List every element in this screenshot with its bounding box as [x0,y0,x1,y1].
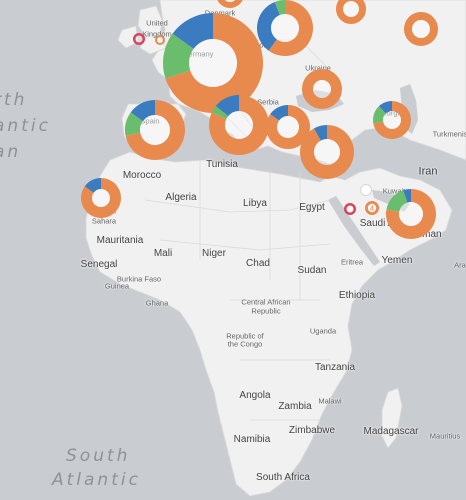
russia-cluster[interactable] [403,11,439,47]
country-label: Madagascar [363,426,419,437]
cluster-hole [412,20,430,38]
country-label: Ethiopia [338,290,376,301]
sinai-cluster[interactable] [343,202,357,216]
country-label: the Congo [227,339,263,349]
canary-cluster[interactable] [80,177,122,219]
country-label: Zimbabwe [288,425,336,436]
denmark-cluster[interactable] [215,0,245,9]
poland-cluster[interactable] [256,0,314,57]
spain-cluster[interactable] [124,99,186,161]
country-label: Malawi [318,396,342,406]
country-label: Senegal [80,259,118,270]
map-canvas[interactable]: rth antic an South Atlantic UnitedKingdo… [0,0,466,500]
country-label: Sudan [297,265,327,276]
cluster-hole [313,80,331,98]
country-label: Egypt [299,202,325,213]
cluster-hole [277,116,299,138]
cluster-count: 4 [370,206,374,213]
country-label: Chad [246,258,270,269]
country-label: Algeria [165,192,197,203]
country-label: South Africa [256,472,310,483]
country-label: Tunisia [206,159,238,170]
country-label: Republic [251,306,281,316]
cluster-hole [346,205,354,213]
country-label: Iran [418,165,438,178]
cluster-hole [343,1,359,17]
country-label: Turkmenis [432,129,466,139]
cluster-hole [225,111,253,139]
cluster-hole [314,139,340,165]
cluster-hole [399,202,423,226]
country-label: Central African [241,297,291,307]
country-label: Niger [202,248,226,259]
country-label: Uganda [309,326,337,336]
country-label: Tanzania [314,362,356,373]
saudi-cluster[interactable]: 4 [364,200,380,216]
country-label: Zambia [278,401,312,412]
country-label: Ghana [145,298,169,308]
cluster-hole [135,35,143,43]
iran-cluster[interactable] [385,188,437,240]
country-label: Mauritius [429,431,461,441]
baltic-cluster[interactable] [335,0,367,25]
cluster-hole [383,111,401,129]
country-label: Yemen [381,255,413,266]
turkey-cluster[interactable] [299,124,355,180]
country-label: Mauritania [96,235,144,246]
ocean-label: an [0,142,22,162]
country-label: Libya [243,198,267,209]
cluster-hole [189,39,237,87]
ocean-label: Atlantic [52,470,141,490]
country-label: Guinea [104,281,130,291]
cluster-hole [140,115,170,145]
country-label: Angola [239,390,271,401]
cluster-hole [271,14,299,42]
country-label: Eritrea [340,257,364,267]
italy-cluster[interactable] [208,94,270,156]
uk-cluster[interactable] [132,32,146,46]
georgia-cluster[interactable] [372,100,412,140]
ocean-label: South [66,446,131,466]
ocean-label: rth [0,90,28,110]
country-label: Ara [454,260,466,270]
country-label: Mali [153,248,173,259]
cluster-hole [92,189,110,207]
ocean-label: antic [0,116,51,136]
country-label: Morocco [122,170,162,181]
cluster-hole [361,185,371,195]
kuwait-cluster[interactable] [359,183,373,197]
country-label: Namibia [233,434,271,445]
